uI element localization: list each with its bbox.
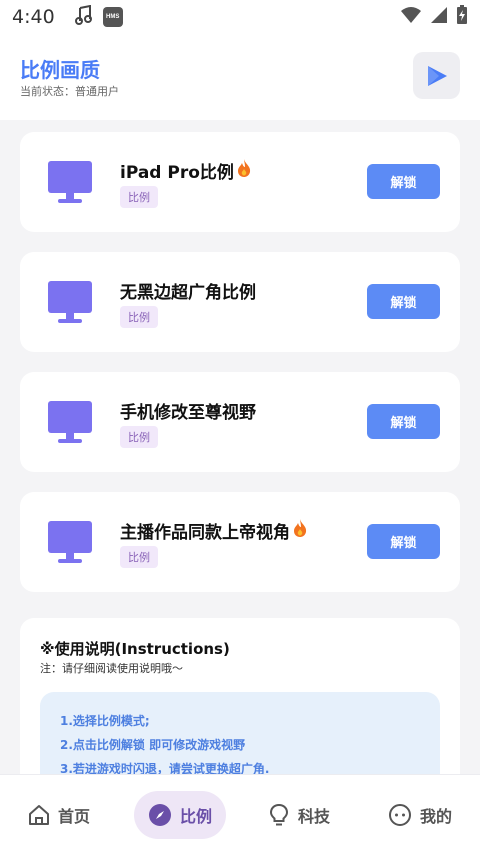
ratio-card: 主播作品同款上帝视角 比例 解锁 (20, 492, 460, 592)
wifi-icon (400, 6, 422, 29)
unlock-button[interactable]: 解锁 (367, 164, 440, 199)
ratio-card: 手机修改至尊视野 比例 解锁 (20, 372, 460, 472)
hms-badge-icon: HMS (102, 7, 123, 27)
instructions-steps: 1.选择比例模式; 2.点击比例解锁 即可修改游戏视野 3.若进游戏时闪退，请尝… (40, 692, 440, 774)
play-button[interactable] (413, 52, 460, 99)
nav-label: 我的 (420, 807, 453, 826)
monitor-icon (48, 401, 92, 443)
ratio-tag: 比例 (120, 426, 158, 448)
status-bar: 4:40 HMS (0, 0, 480, 34)
ratio-name: 手机修改至尊视野 (120, 403, 256, 423)
home-icon (29, 805, 49, 825)
nav-label: 首页 (58, 807, 91, 826)
monitor-icon (48, 521, 92, 563)
instructions-title: ※使用说明(Instructions) (40, 640, 230, 658)
fire-icon (292, 518, 308, 543)
ratio-card: iPad Pro比例 比例 解锁 (20, 132, 460, 232)
nav-label: 比例 (180, 807, 213, 826)
instruction-step: 2.点击比例解锁 即可修改游戏视野 (60, 738, 246, 752)
page-title: 比例画质 (20, 58, 100, 82)
ratio-card: 无黑边超广角比例 比例 解锁 (20, 252, 460, 352)
nav-item-profile[interactable]: 我的 (388, 791, 452, 839)
ratio-name: 主播作品同款上帝视角 (120, 518, 308, 543)
nav-item-home[interactable]: 首页 (28, 791, 90, 839)
smiley-icon (389, 804, 411, 826)
nav-item-ratio[interactable]: 比例 (134, 791, 227, 839)
ratio-list: iPad Pro比例 比例 解锁 无黑边超广角比例 比例 解锁 手机修改至尊视野… (0, 120, 480, 774)
unlock-button[interactable]: 解锁 (367, 524, 440, 559)
instruction-step: 1.选择比例模式; (60, 714, 150, 728)
compass-icon (149, 804, 171, 826)
instructions-card: ※使用说明(Instructions) 注：请仔细阅读使用说明哦～ 1.选择比例… (20, 618, 460, 774)
unlock-button[interactable]: 解锁 (367, 404, 440, 439)
instructions-note: 注：请仔细阅读使用说明哦～ (40, 662, 183, 675)
monitor-icon (48, 281, 92, 323)
signal-icon (430, 6, 448, 29)
nav-label: 科技 (298, 807, 331, 826)
user-status: 当前状态：普通用户 (20, 85, 119, 98)
ratio-name: 无黑边超广角比例 (120, 283, 256, 303)
status-time: 4:40 (12, 6, 55, 28)
ratio-name: iPad Pro比例 (120, 158, 252, 183)
battery-icon (456, 4, 468, 30)
music-note-icon (74, 4, 93, 30)
app-header: 比例画质 当前状态：普通用户 (0, 34, 480, 120)
ratio-tag: 比例 (120, 186, 158, 208)
fire-icon (236, 158, 252, 183)
bottom-navigation: 首页 比例 科技 我的 (0, 774, 480, 854)
monitor-icon (48, 161, 92, 203)
unlock-button[interactable]: 解锁 (367, 284, 440, 319)
ratio-tag: 比例 (120, 546, 158, 568)
ratio-tag: 比例 (120, 306, 158, 328)
instruction-step: 3.若进游戏时闪退，请尝试更换超广角. (60, 762, 270, 774)
nav-item-tech[interactable]: 科技 (268, 791, 330, 839)
lightbulb-icon (269, 803, 289, 826)
play-store-icon (427, 65, 447, 86)
